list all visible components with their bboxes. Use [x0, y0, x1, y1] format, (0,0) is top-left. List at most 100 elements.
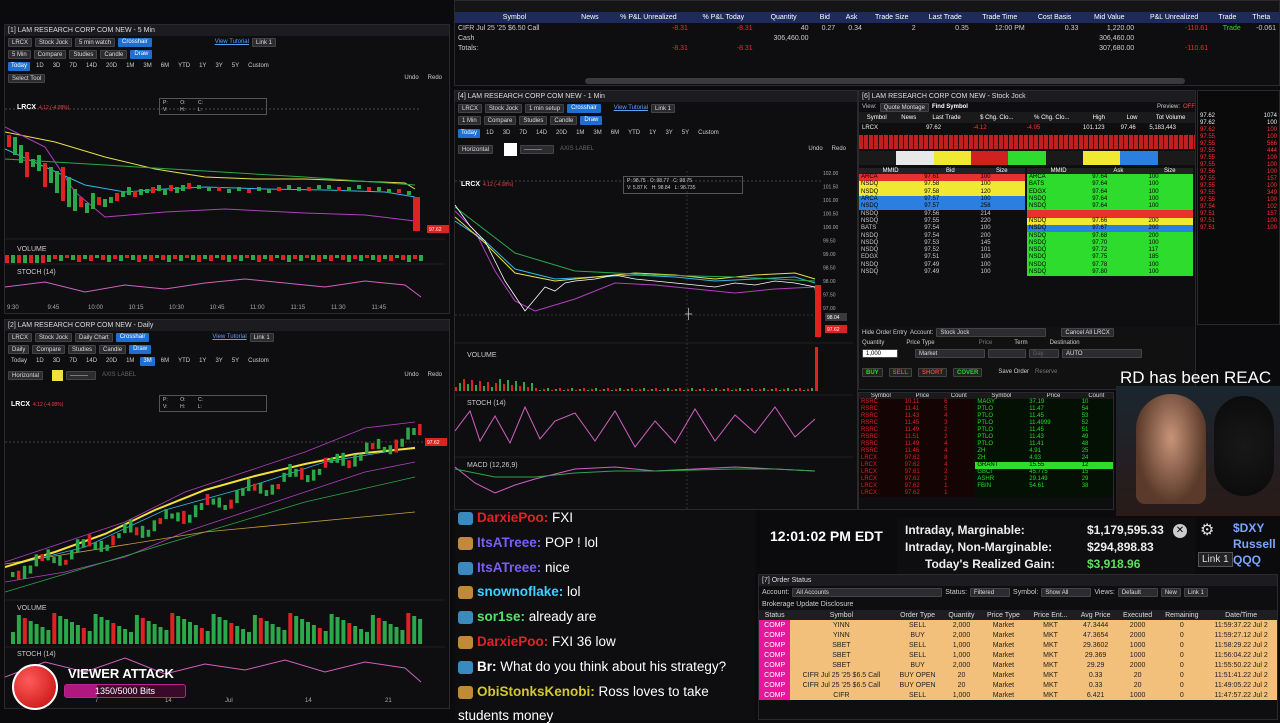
- order-header[interactable]: Executed: [1116, 610, 1159, 620]
- studies-select[interactable]: Studies: [519, 115, 548, 125]
- quote-header[interactable]: $ Chg. Clo...: [969, 112, 1024, 123]
- positions-header[interactable]: Trade: [1211, 12, 1244, 23]
- quote-header[interactable]: Symbol: [859, 112, 895, 123]
- order-row[interactable]: COMP CIFR Jul 25 '25 $6.5 Call BUY OPEN 20 M…: [759, 680, 1277, 690]
- term-select[interactable]: Day: [1029, 348, 1059, 358]
- quote-header[interactable]: % Chg. Clo...: [1023, 112, 1080, 123]
- undo-button[interactable]: Undo: [401, 74, 421, 83]
- timeframe-today[interactable]: Today: [8, 61, 31, 71]
- order-header[interactable]: Symbol: [790, 610, 893, 620]
- buy-button[interactable]: BUY: [862, 367, 883, 377]
- ask-row[interactable]: BATS 97.64 100: [1027, 181, 1193, 189]
- reserve-label[interactable]: Reserve: [1035, 369, 1057, 375]
- timeframe-today[interactable]: Today: [458, 128, 481, 138]
- timeframe-14d[interactable]: 14D: [83, 62, 100, 71]
- bid-row[interactable]: ARCA 97.61 100: [859, 174, 1025, 182]
- order-row[interactable]: COMP SBET SELL 1,000 Market MKT 29.369 1000 0 11:…: [759, 650, 1277, 660]
- order-row[interactable]: COMP SBET BUY 2,000 Market MKT 29.29 2000 0 11:55…: [759, 660, 1277, 670]
- redo-button[interactable]: Redo: [425, 74, 445, 83]
- cover-button[interactable]: COVER: [953, 367, 983, 377]
- quote-header[interactable]: High: [1079, 112, 1118, 123]
- compare-select[interactable]: Compare: [483, 115, 517, 125]
- positions-scrollbar[interactable]: [585, 78, 1185, 84]
- index-russell[interactable]: Russell: [1233, 536, 1276, 552]
- draw-button[interactable]: Draw: [130, 49, 153, 59]
- positions-header[interactable]: News: [573, 12, 606, 23]
- ask-row[interactable]: [1027, 210, 1193, 218]
- bid-row[interactable]: BATS 97.54 100: [859, 225, 1025, 233]
- color-swatch[interactable]: [52, 369, 64, 381]
- period-select[interactable]: 1 Min: [458, 115, 481, 125]
- order-row[interactable]: COMP YINN SELL 2,000 Market MKT 47.3444 2000 0 11…: [759, 620, 1277, 630]
- ask-row[interactable]: ARCA 97.64 100: [1027, 174, 1193, 182]
- axis-label-toggle[interactable]: AXIS LABEL: [99, 371, 139, 380]
- order-row[interactable]: COMP CIFR SELL 1,000 Market MKT 6.421 1000 0 11:4…: [759, 690, 1277, 700]
- link-select[interactable]: Link 1: [251, 37, 276, 47]
- scanner-row[interactable]: LRCX 97.62 8 ZH 4.93 24: [859, 455, 1113, 462]
- scanner-row[interactable]: LRCX 97.62 4 GRANT 15.55 12: [859, 462, 1113, 469]
- view-tutorial-link[interactable]: View Tutorial: [212, 334, 246, 340]
- positions-header[interactable]: Cost Basis: [1027, 12, 1082, 23]
- price-input[interactable]: [988, 348, 1026, 358]
- undo-button[interactable]: Undo: [401, 371, 421, 380]
- timeframe-1d[interactable]: 1D: [483, 129, 497, 138]
- timeframe-3m[interactable]: 3M: [590, 129, 604, 138]
- positions-header[interactable]: P&L Unrealized: [1137, 12, 1212, 23]
- candle-select[interactable]: Candle: [100, 49, 128, 59]
- timeframe-3y[interactable]: 3Y: [212, 62, 225, 71]
- link-select[interactable]: Link 1: [651, 103, 676, 113]
- disclosure-link[interactable]: Brokerage Update Disclosure: [762, 601, 853, 608]
- order-header[interactable]: Order Type: [892, 610, 943, 620]
- order-header[interactable]: Date/Time: [1205, 610, 1277, 620]
- timeframe-1d[interactable]: 1D: [33, 62, 47, 71]
- order-row[interactable]: COMP CIFR Jul 25 '25 $6.5 Call BUY OPEN 20 M…: [759, 670, 1277, 680]
- line-style-select[interactable]: ———: [66, 370, 97, 380]
- positions-header[interactable]: Trade Size: [864, 12, 919, 23]
- cancel-all-button[interactable]: Cancel All LRCX: [1061, 328, 1114, 337]
- positions-header[interactable]: Symbol: [455, 12, 574, 23]
- timeframe-3d[interactable]: 3D: [500, 129, 514, 138]
- views-select[interactable]: Default: [1117, 587, 1158, 597]
- scanner-row[interactable]: RSRC 11.43 4 PTLO 11.45 53: [859, 413, 1113, 420]
- timeframe-5y[interactable]: 5Y: [229, 357, 242, 366]
- ask-row[interactable]: NSDQ 97.75 185: [1027, 254, 1193, 262]
- positions-header[interactable]: Trade Time: [971, 12, 1028, 23]
- chat-username[interactable]: ItsATreee:: [477, 535, 545, 550]
- positions-header[interactable]: Last Trade: [918, 12, 972, 23]
- order-row[interactable]: COMP SBET SELL 1,000 Market MKT 29.3602 1000 0 11…: [759, 640, 1277, 650]
- axis-label-toggle[interactable]: AXIS LABEL: [557, 145, 597, 154]
- timeframe-6m[interactable]: 6M: [158, 357, 172, 366]
- symbol-select[interactable]: LRCX: [8, 37, 33, 47]
- positions-header[interactable]: % P&L Today: [690, 12, 756, 23]
- scanner-row[interactable]: RSRC 11.49 4 PTLO 11.41 48: [859, 441, 1113, 448]
- scanner-row[interactable]: LRCX 97.62 1: [859, 490, 1113, 497]
- studies-select[interactable]: Studies: [68, 344, 97, 354]
- line-style-select[interactable]: ———: [520, 144, 555, 154]
- quantity-input[interactable]: 1,000: [862, 348, 898, 358]
- draw-button[interactable]: Draw: [129, 344, 152, 354]
- ask-row[interactable]: NSDQ 97.64 100: [1027, 203, 1193, 211]
- close-icon[interactable]: ✕: [1173, 524, 1187, 538]
- short-button[interactable]: SHORT: [918, 367, 948, 377]
- timeframe-3d[interactable]: 3D: [50, 357, 64, 366]
- timeframe-custom[interactable]: Custom: [245, 62, 272, 71]
- bid-row[interactable]: NSDQ 97.58 120: [859, 188, 1025, 196]
- timeframe-20d[interactable]: 20D: [103, 357, 120, 366]
- timeframe-3m[interactable]: 3M: [140, 62, 154, 71]
- quote-header[interactable]: News: [894, 112, 924, 123]
- ask-row[interactable]: NSDQ 97.67 200: [1027, 225, 1193, 233]
- view-tutorial-link[interactable]: View Tutorial: [215, 39, 249, 45]
- order-header[interactable]: Status: [759, 610, 791, 620]
- price-chart[interactable]: LRCX 4.12 (-4.08%) 98.04 97.62 102.00 101…: [455, 171, 858, 510]
- index-qqq[interactable]: QQQ: [1233, 552, 1276, 568]
- draw-button[interactable]: Draw: [580, 115, 603, 125]
- positions-header[interactable]: % P&L Unrealized: [605, 12, 691, 23]
- ask-row[interactable]: NSDQ 97.68 200: [1027, 232, 1193, 240]
- bid-row[interactable]: NSDQ 97.49 100: [859, 268, 1025, 277]
- redo-button[interactable]: Redo: [425, 371, 445, 380]
- timeframe-1y[interactable]: 1Y: [196, 357, 209, 366]
- scanner-row[interactable]: LRCX 97.62 1 FBIN 54.61 38: [859, 483, 1113, 490]
- timeframe-20d[interactable]: 20D: [103, 62, 120, 71]
- candle-select[interactable]: Candle: [99, 344, 127, 354]
- scanner-row[interactable]: RSRC 11.49 2 PTLO 11.45 51: [859, 427, 1113, 434]
